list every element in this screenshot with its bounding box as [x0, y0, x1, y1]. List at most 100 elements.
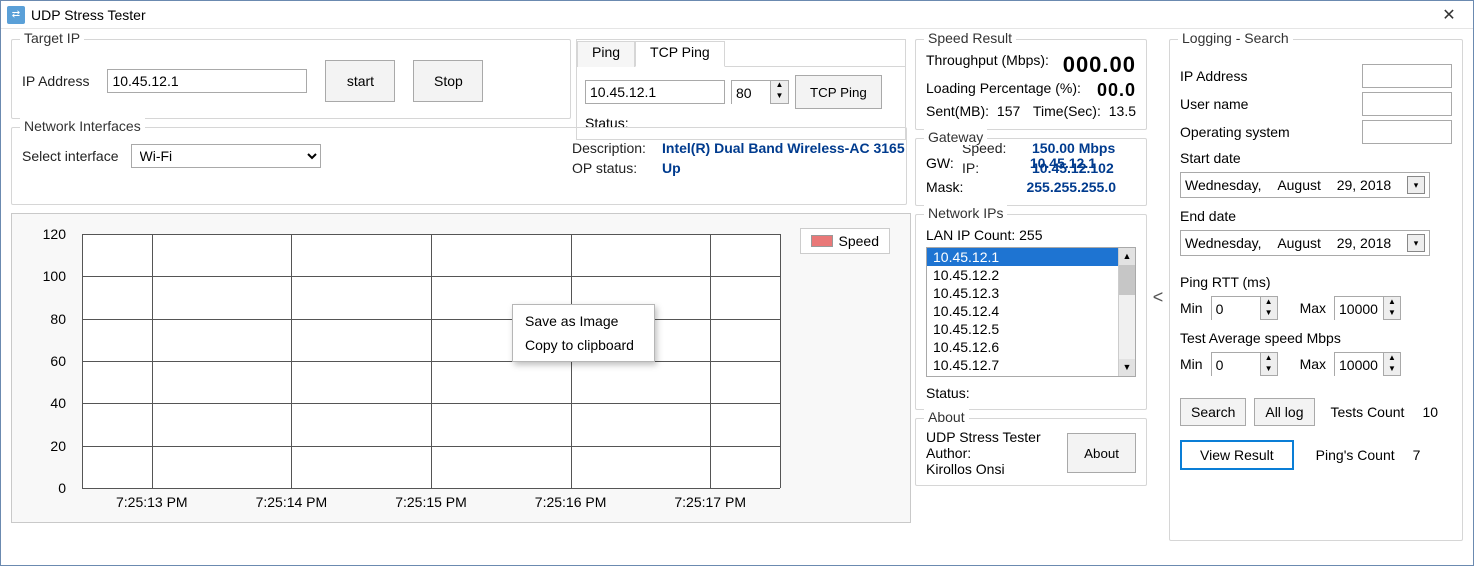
gateway-label: GW:	[926, 155, 954, 171]
time-sec-value: 13.5	[1109, 103, 1136, 119]
mask-label: Mask:	[926, 179, 963, 195]
x-tick: 7:25:15 PM	[395, 494, 467, 510]
tab-ping[interactable]: Ping	[577, 41, 635, 67]
speed-chart[interactable]: Speed 020406080100120 7:25:13 PM7:25:14 …	[11, 213, 911, 523]
y-tick: 120	[43, 226, 66, 242]
y-tick: 40	[50, 395, 66, 411]
close-icon[interactable]: ✕	[1431, 3, 1467, 27]
ip-list-item[interactable]: 10.45.12.2	[927, 266, 1135, 284]
target-ip-group: Target IP IP Address start Stop	[11, 39, 571, 119]
gateway-legend: Gateway	[924, 129, 987, 145]
end-date-label: End date	[1180, 208, 1452, 224]
chart-context-menu: Save as Image Copy to clipboard	[512, 304, 655, 362]
lan-ip-count-label: LAN IP Count: 255	[926, 227, 1136, 243]
legend-label: Speed	[839, 233, 879, 249]
interface-select[interactable]: Wi-Fi	[131, 144, 321, 168]
logging-search-group: Logging - Search IP Address User name Op…	[1169, 39, 1463, 541]
op-status-label: OP status:	[572, 160, 662, 176]
search-ip-input[interactable]	[1362, 64, 1452, 88]
ip-listbox[interactable]: 10.45.12.110.45.12.210.45.12.310.45.12.4…	[926, 247, 1136, 377]
search-os-input[interactable]	[1362, 120, 1452, 144]
stop-button[interactable]: Stop	[413, 60, 483, 102]
ip-list-item[interactable]: 10.45.12.4	[927, 302, 1135, 320]
listbox-scrollbar[interactable]: ▲ ▼	[1118, 248, 1135, 376]
gateway-group: Gateway GW: 10.45.12.1 Mask: 255.255.255…	[915, 138, 1147, 206]
y-tick: 20	[50, 438, 66, 454]
titlebar: ⇄ UDP Stress Tester ✕	[1, 1, 1473, 29]
search-ip-label: IP Address	[1180, 68, 1247, 84]
pings-count-value: 7	[1413, 447, 1421, 463]
context-save-image[interactable]: Save as Image	[513, 309, 654, 333]
context-copy-clipboard[interactable]: Copy to clipboard	[513, 333, 654, 357]
sent-mb-value: 157	[997, 103, 1020, 119]
rtt-max-spinner[interactable]: ▲▼	[1334, 296, 1401, 320]
y-tick: 60	[50, 353, 66, 369]
network-ips-status-label: Status:	[926, 385, 1136, 401]
ip-list-item[interactable]: 10.45.12.6	[927, 338, 1135, 356]
about-line3: Kirollos Onsi	[926, 461, 1041, 477]
all-log-button[interactable]: All log	[1254, 398, 1314, 426]
pings-count-label: Ping's Count	[1316, 447, 1395, 463]
avg-max-label: Max	[1300, 356, 1326, 372]
ip-list-item[interactable]: 10.45.12.5	[927, 320, 1135, 338]
calendar-dropdown-icon[interactable]: ▾	[1407, 176, 1425, 194]
ip-list-item[interactable]: 10.45.12.3	[927, 284, 1135, 302]
end-date-picker[interactable]: Wednesday, August 29, 2018 ▾	[1180, 230, 1430, 256]
avg-max-spinner[interactable]: ▲▼	[1334, 352, 1401, 376]
x-tick: 7:25:13 PM	[116, 494, 188, 510]
ip-list-item[interactable]: 10.45.12.7	[927, 356, 1135, 374]
y-tick: 80	[50, 311, 66, 327]
throughput-label: Throughput (Mbps):	[926, 52, 1049, 78]
mask-value: 255.255.255.0	[1026, 179, 1116, 195]
tests-count-value: 10	[1422, 404, 1438, 420]
about-button[interactable]: About	[1067, 433, 1136, 473]
ip-address-input[interactable]	[107, 69, 307, 93]
network-ips-group: Network IPs LAN IP Count: 255 10.45.12.1…	[915, 214, 1147, 410]
tab-tcp-ping[interactable]: TCP Ping	[635, 41, 725, 67]
scroll-thumb[interactable]	[1119, 265, 1135, 295]
tcp-ping-port-input[interactable]	[732, 81, 770, 105]
rtt-min-spinner[interactable]: ▲▼	[1211, 296, 1278, 320]
speed-result-legend: Speed Result	[924, 30, 1016, 46]
start-date-picker[interactable]: Wednesday, August 29, 2018 ▾	[1180, 172, 1430, 198]
tests-count-label: Tests Count	[1331, 404, 1405, 420]
search-button[interactable]: Search	[1180, 398, 1246, 426]
x-tick: 7:25:16 PM	[535, 494, 607, 510]
tcp-ping-host-input[interactable]	[585, 80, 725, 104]
chart-legend: Speed	[800, 228, 890, 254]
ip-list-item[interactable]: 10.45.12.8	[927, 374, 1135, 377]
about-line1: UDP Stress Tester	[926, 429, 1041, 445]
target-ip-legend: Target IP	[20, 30, 84, 46]
avg-min-label: Min	[1180, 356, 1203, 372]
time-sec-label: Time(Sec):	[1033, 103, 1101, 119]
ip-list-item[interactable]: 10.45.12.1	[927, 248, 1135, 266]
calendar-dropdown-icon[interactable]: ▾	[1407, 234, 1425, 252]
sent-mb-label: Sent(MB):	[926, 103, 989, 119]
ping-panel: Ping TCP Ping ▲▼ TCP Ping Status:	[576, 39, 906, 140]
search-user-input[interactable]	[1362, 92, 1452, 116]
x-tick: 7:25:14 PM	[256, 494, 328, 510]
start-date-label: Start date	[1180, 150, 1452, 166]
ip-address-label: IP Address	[22, 73, 89, 89]
collapse-panel-icon[interactable]: <	[1153, 287, 1164, 308]
x-tick: 7:25:17 PM	[674, 494, 746, 510]
network-interfaces-group: Network Interfaces Select interface Wi-F…	[11, 127, 907, 205]
about-line2: Author:	[926, 445, 1041, 461]
loading-percentage-label: Loading Percentage (%):	[926, 80, 1081, 101]
about-group: About UDP Stress Tester Author: Kirollos…	[915, 418, 1147, 486]
scroll-up-icon[interactable]: ▲	[1119, 248, 1135, 265]
chevron-down-icon[interactable]: ▼	[771, 92, 788, 103]
y-tick: 100	[43, 268, 66, 284]
window-title: UDP Stress Tester	[31, 7, 1431, 23]
legend-swatch	[811, 235, 833, 247]
scroll-down-icon[interactable]: ▼	[1119, 359, 1135, 376]
start-button[interactable]: start	[325, 60, 395, 102]
avg-min-spinner[interactable]: ▲▼	[1211, 352, 1278, 376]
tcp-ping-button[interactable]: TCP Ping	[795, 75, 882, 109]
network-ips-legend: Network IPs	[924, 205, 1007, 221]
view-result-button[interactable]: View Result	[1180, 440, 1294, 470]
search-os-label: Operating system	[1180, 124, 1290, 140]
loading-percentage-value: 00.0	[1097, 80, 1136, 101]
app-window: ⇄ UDP Stress Tester ✕ Target IP IP Addre…	[0, 0, 1474, 566]
tcp-ping-port-spinner[interactable]: ▲▼	[731, 80, 789, 104]
